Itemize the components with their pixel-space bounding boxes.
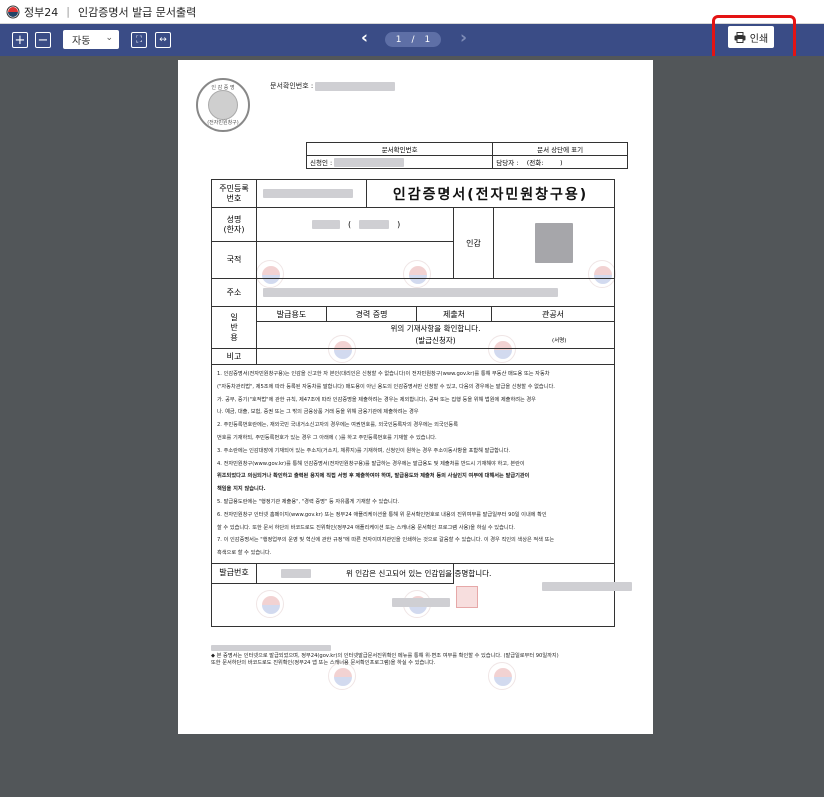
name-label: 성명 (한자) bbox=[212, 208, 257, 241]
fit-page-icon[interactable]: ⛶ bbox=[131, 32, 147, 48]
sign-mark: (서명) bbox=[552, 338, 567, 344]
print-label: 인쇄 bbox=[749, 33, 769, 45]
contact-label: 담당자 : bbox=[496, 159, 519, 167]
note-line: 번호를 기재하되, 주민등록번호가 있는 경우 그 아래에 ( )를 하고 주민… bbox=[217, 434, 437, 441]
official-stamp bbox=[456, 585, 478, 608]
seal-label: 인감 bbox=[454, 208, 494, 278]
note-line: 나. 예금, 대출, 보험, 증권 또는 그 밖의 금융상품 거래 등을 위해 … bbox=[217, 409, 419, 416]
zoom-in-icon[interactable]: + bbox=[12, 32, 28, 48]
note-line: 1. 인감증명서(전자민원창구용)는 인감을 신고한 자 본인(대리인은 신청할… bbox=[217, 371, 550, 377]
phone-label: (전화: bbox=[526, 159, 544, 167]
zoom-select[interactable]: 자동 ⌄ bbox=[63, 30, 119, 49]
page-indicator[interactable]: 1 / 1 bbox=[385, 32, 441, 47]
remarks-label: 비고 bbox=[212, 349, 257, 364]
note-line: 6. 전자민원창구 인터넷 홈페이지(www.gov.kr) 또는 정부24 애… bbox=[217, 511, 547, 518]
footnote-line-2: 또한 문서하단의 바코드로도 진위확인(정부24 앱 또는 스캐너용 문서확인프… bbox=[211, 659, 436, 666]
nationality-label: 국적 bbox=[212, 242, 257, 278]
paren-close: ) bbox=[397, 220, 401, 229]
fit-width-icon[interactable]: ↔ bbox=[155, 32, 171, 48]
gov24-logo-icon bbox=[6, 5, 20, 18]
address-label: 주소 bbox=[212, 279, 257, 306]
redacted-field bbox=[334, 158, 405, 168]
note-line: 할 수 있습니다. 또한 문서 하단의 바코드로도 진위확인(정부24 애플리케… bbox=[217, 524, 516, 531]
info-header-2: 문서 상단에 표기 bbox=[492, 142, 628, 156]
note-line: 3. 주소란에는 인감대장에 기재되어 있는 주소지(거소지, 체류지)를 기재… bbox=[217, 447, 511, 454]
page-total: 1 bbox=[424, 34, 431, 45]
redacted-field bbox=[211, 645, 331, 651]
note-line: 2. 주민등록번호란에는, 재외국민 국내거소신고자의 경우에는 여권번호를, … bbox=[217, 422, 458, 429]
footnote: ◆ 본 증명서는 인터넷으로 발급되었으며, 정부24(gov.kr)의 인터넷… bbox=[211, 645, 615, 667]
note-line: 흑색으로 할 수 있습니다. bbox=[217, 550, 272, 557]
note-line: 가. 공무, 증기("호적법"에 관한 규칙, 제47조에 따라 인감증명을 제… bbox=[217, 396, 536, 403]
phone-close: ) bbox=[559, 159, 563, 167]
document-page: 인 감 증 명 (전자민원창구) 문서확인번호 : 문서확인번호 문서 상단에 … bbox=[178, 60, 653, 734]
usage-label: 일 반 용 bbox=[212, 307, 257, 348]
info-header-1: 문서확인번호 bbox=[305, 142, 494, 156]
paren-open: ( bbox=[348, 220, 352, 229]
notes-section: 1. 인감증명서(전자민원창구용)는 인감을 신고한 자 본인(대리인은 신청할… bbox=[212, 365, 614, 564]
redacted-field bbox=[359, 220, 390, 229]
redacted-field bbox=[281, 568, 311, 578]
prev-page-button[interactable]: ‹ bbox=[361, 28, 368, 48]
redacted-field bbox=[392, 597, 450, 607]
doc-confirm-label: 문서확인번호 : bbox=[270, 82, 314, 90]
page-current: 1 bbox=[395, 34, 402, 45]
usage-col-4: 관공서 bbox=[541, 309, 565, 319]
issue-no-label: 발급번호 bbox=[212, 563, 257, 583]
seal-bottom-text: (전자민원창구) bbox=[207, 120, 239, 126]
footnote-line-1: ◆ 본 증명서는 인터넷으로 발급되었으며, 정부24(gov.kr)의 인터넷… bbox=[211, 652, 559, 659]
certificate-title: 인감증명서(전자민원창구용) bbox=[392, 186, 589, 203]
doc-confirm-number: 문서확인번호 : bbox=[270, 81, 396, 91]
seal-image bbox=[535, 223, 573, 263]
zoom-value: 자동 bbox=[72, 36, 91, 47]
note-line: 4. 전자민원창구(www.gov.kr)를 통해 인감증명서(전자민원창구용)… bbox=[217, 460, 525, 467]
redacted-field bbox=[263, 189, 353, 198]
note-line: 책임을 지지 않습니다. bbox=[217, 486, 266, 493]
usage-col-3: 제출처 bbox=[417, 307, 492, 321]
note-line: ("자동차관리법", 제5조에 따라 등록된 자동차를 말합니다) 매도용이 아… bbox=[217, 383, 555, 390]
applicant-label: 신청인 : bbox=[310, 158, 333, 167]
official-seal: 인 감 증 명 (전자민원창구) bbox=[196, 78, 250, 132]
page-separator: / bbox=[411, 34, 415, 45]
chevron-down-icon: ⌄ bbox=[105, 33, 113, 43]
note-line: 위조되었다고 의심되거나 확인하고 출력된 용지에 직접 서명 후 제출하여야 … bbox=[217, 473, 530, 480]
redacted-field bbox=[542, 581, 632, 591]
certify-text: 위 인감은 신고되어 있는 인감임을 증명합니다. bbox=[346, 568, 492, 578]
printer-icon bbox=[734, 31, 746, 43]
print-button[interactable]: 인쇄 bbox=[728, 26, 774, 48]
zoom-out-icon[interactable]: − bbox=[35, 32, 51, 48]
note-line: 5. 발급용도란에는 "행정기관 제출용", "경력 증명" 등 자유롭게 기재… bbox=[217, 498, 400, 505]
usage-col-2: 경력 증명 bbox=[327, 307, 417, 321]
doc-info-table: 문서확인번호 문서 상단에 표기 신청인 : 담당자 : (전화: ) bbox=[305, 142, 628, 169]
document-viewer[interactable]: 인 감 증 명 (전자민원창구) 문서확인번호 : 문서확인번호 문서 상단에 … bbox=[0, 56, 824, 797]
viewer-toolbar: + − 자동 ⌄ ⛶ ↔ ‹ 1 / 1 › bbox=[0, 24, 824, 56]
redacted-field bbox=[263, 288, 558, 297]
note-line: 7. 이 인감증명서는 "행정업무의 운영 및 혁신에 관한 규정"에 따른 전… bbox=[217, 537, 555, 544]
certificate-form: 주민등록 번호 인감증명서(전자민원창구용) 성명 (한자) () 국적 인감… bbox=[211, 179, 632, 627]
redacted-field bbox=[315, 81, 396, 91]
usage-col-1: 발급용도 bbox=[257, 307, 327, 321]
title-separator: | bbox=[66, 5, 70, 18]
seal-photo bbox=[208, 90, 238, 120]
app-name: 정부24 bbox=[24, 5, 59, 19]
rrn-label: 주민등록 번호 bbox=[212, 180, 257, 207]
next-page-button[interactable]: › bbox=[460, 28, 467, 48]
window-titlebar: 정부24 | 인감증명서 발급 문서출력 bbox=[0, 0, 824, 24]
window-title: 인감증명서 발급 문서출력 bbox=[77, 5, 197, 19]
redacted-field bbox=[312, 220, 340, 229]
confirm-text: 위의 기재사항을 확인합니다. bbox=[390, 324, 481, 333]
